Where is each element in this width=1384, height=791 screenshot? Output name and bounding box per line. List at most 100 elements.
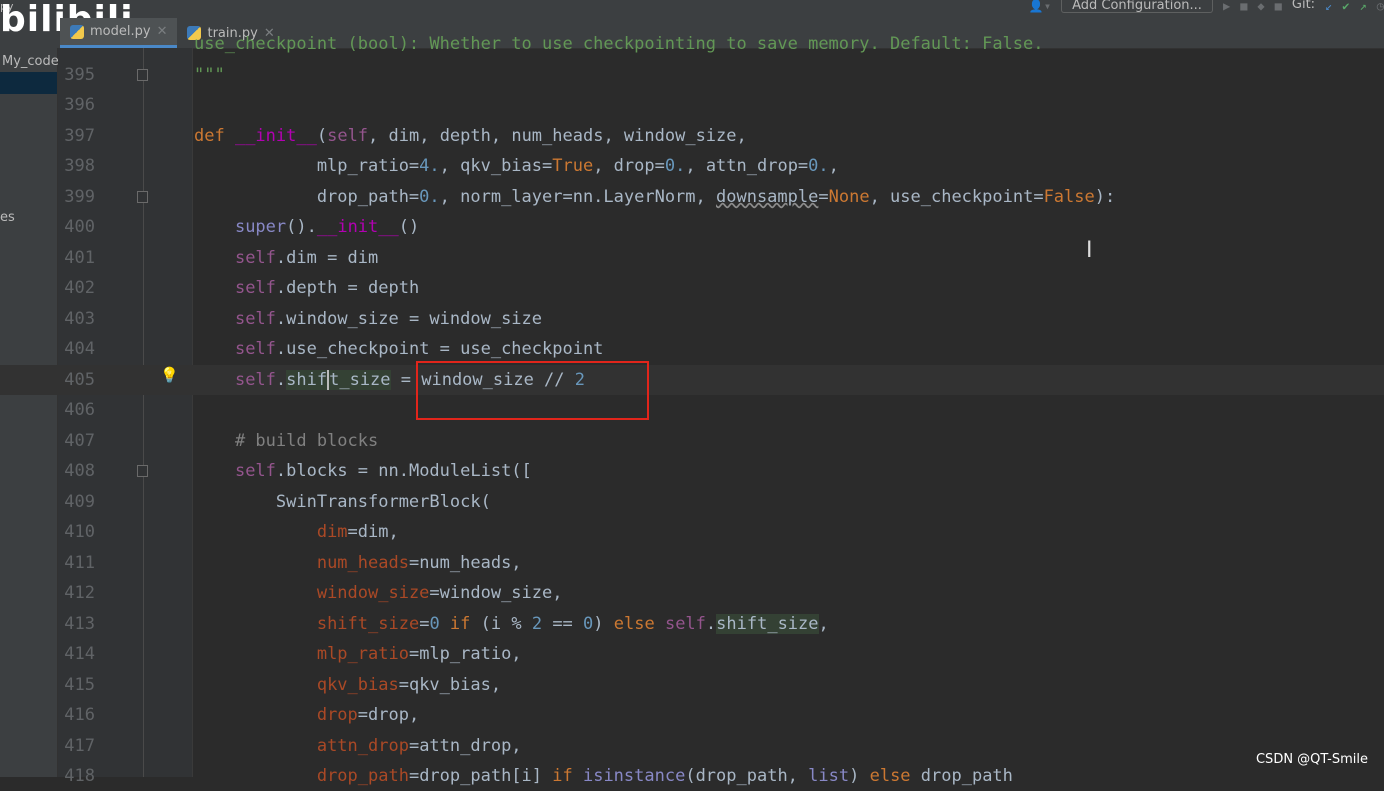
code-token: self <box>234 369 276 390</box>
code-text: dim=dim, <box>194 517 399 547</box>
code-text: super().__init__() <box>194 212 419 242</box>
code-line[interactable]: 411 num_heads=num_heads, <box>0 548 1384 578</box>
code-token: drop_path= <box>194 186 420 207</box>
code-token: mlp_ratio <box>316 644 409 664</box>
lightbulb-icon[interactable]: 💡 <box>160 366 179 384</box>
line-number: 415 <box>64 674 95 695</box>
code-line[interactable]: 396 <box>0 90 1384 120</box>
code-token: =drop, <box>357 705 420 725</box>
code-token: 4. <box>419 156 440 176</box>
code-token: =dim, <box>347 522 399 542</box>
code-token: num_heads <box>316 552 409 573</box>
line-number: 417 <box>64 735 95 756</box>
code-text: drop_path=0., norm_layer=nn.LayerNorm, d… <box>194 182 1115 212</box>
code-text: attn_drop=attn_drop, <box>194 731 522 761</box>
code-text: self.depth = depth <box>194 273 419 303</box>
code-token: (drop_path, <box>685 766 809 786</box>
code-token: ) <box>849 766 870 786</box>
code-text: self.use_checkpoint = use_checkpoint <box>194 334 603 364</box>
fold-marker-icon[interactable] <box>137 190 148 203</box>
code-line[interactable]: 410 dim=dim, <box>0 517 1384 547</box>
watermark: CSDN @QT-Smile <box>1255 752 1368 767</box>
code-token: # build blocks <box>194 430 379 451</box>
code-token: self <box>234 308 276 329</box>
code-token: 2 <box>531 613 543 634</box>
code-token: =window_size, <box>429 583 563 603</box>
code-line[interactable]: 417 attn_drop=attn_drop, <box>0 731 1384 761</box>
code-token: , use_checkpoint= <box>869 186 1044 207</box>
code-line[interactable]: 415 qkv_bias=qkv_bias, <box>0 670 1384 700</box>
code-line[interactable]: 398 mlp_ratio=4., qkv_bias=True, drop=0.… <box>0 151 1384 181</box>
code-token: list <box>808 766 850 786</box>
code-token: =mlp_ratio, <box>408 644 522 664</box>
code-token: window_size <box>316 583 430 603</box>
code-token: (). <box>286 217 317 237</box>
code-token: =attn_drop, <box>408 735 522 756</box>
code-line[interactable]: 408 self.blocks = nn.ModuleList([ <box>0 456 1384 486</box>
highlight-annotation-box <box>416 361 649 420</box>
line-number: 407 <box>64 430 95 451</box>
code-token: else <box>613 613 665 634</box>
code-token: None <box>828 186 870 207</box>
line-number: 413 <box>64 613 95 634</box>
code-line[interactable]: 403 self.window_size = window_size <box>0 304 1384 334</box>
code-token: True <box>552 156 594 176</box>
line-number: 408 <box>64 461 95 481</box>
code-token: downsample <box>716 186 819 207</box>
line-number: 414 <box>64 644 95 664</box>
code-line[interactable]: 400 super().__init__() <box>0 212 1384 242</box>
code-line[interactable]: 397 def __init__(self, dim, depth, num_he… <box>0 121 1384 151</box>
code-token: == <box>542 613 584 634</box>
code-token: self <box>664 613 706 634</box>
code-line[interactable]: 416 drop=drop, <box>0 700 1384 730</box>
code-token: .dim = dim <box>275 247 379 268</box>
code-editor[interactable]: use_checkpoint (bool): Whether to use ch… <box>0 0 1384 786</box>
code-line[interactable]: 395 """ <box>0 60 1384 90</box>
code-line[interactable]: use_checkpoint (bool): Whether to use ch… <box>0 29 1384 59</box>
code-line[interactable]: 404 self.use_checkpoint = use_checkpoint <box>0 334 1384 364</box>
line-number: 410 <box>64 522 95 542</box>
line-number: 404 <box>64 339 95 359</box>
line-number: 397 <box>64 125 95 146</box>
code-line[interactable]: 418 drop_path=drop_path[i] if isinstance… <box>0 761 1384 791</box>
code-token: self <box>234 247 276 268</box>
line-number: 400 <box>64 217 95 237</box>
code-line[interactable]: 401 self.dim = dim <box>0 243 1384 273</box>
code-line[interactable]: 399 drop_path=0., norm_layer=nn.LayerNor… <box>0 182 1384 212</box>
line-number: 399 <box>64 186 95 207</box>
code-token: """ <box>194 64 225 85</box>
code-token: def <box>194 125 235 146</box>
code-token: drop_path <box>316 766 409 786</box>
code-token: =drop_path[i] <box>408 766 553 786</box>
code-line[interactable]: 412 window_size=window_size, <box>0 578 1384 608</box>
code-text: self.dim = dim <box>194 243 378 273</box>
line-number: 398 <box>64 156 95 176</box>
code-line[interactable]: 402 self.depth = depth <box>0 273 1384 303</box>
code-line[interactable]: 406 <box>0 395 1384 425</box>
code-line[interactable]: 414 mlp_ratio=mlp_ratio, <box>0 639 1384 669</box>
code-line[interactable]: 407 # build blocks <box>0 426 1384 456</box>
code-line[interactable]: 409 SwinTransformerBlock( <box>0 487 1384 517</box>
code-token: self <box>327 125 369 146</box>
code-token: () <box>398 217 420 237</box>
code-token: 0. <box>664 156 686 176</box>
code-text: drop=drop, <box>194 700 419 730</box>
line-number: 396 <box>64 95 95 115</box>
code-line[interactable]: 405 self.shif t_size = window_size // 2 <box>0 364 1384 395</box>
fold-marker-icon[interactable] <box>137 68 148 81</box>
code-token: =qkv_bias, <box>398 674 502 695</box>
code-token: super <box>234 217 287 237</box>
code-line[interactable]: 413 shift_size=0 if (i % 2 == 0) else se… <box>0 609 1384 639</box>
code-token: = <box>419 613 430 634</box>
code-text: """ <box>194 60 225 90</box>
code-token: mlp_ratio= <box>194 156 420 176</box>
fold-marker-icon[interactable] <box>137 465 148 477</box>
code-text: shift_size=0 if (i % 2 == 0) else self.s… <box>194 609 829 639</box>
code-token: , norm_layer=nn.LayerNorm, <box>439 186 716 207</box>
line-number: 395 <box>64 64 95 85</box>
